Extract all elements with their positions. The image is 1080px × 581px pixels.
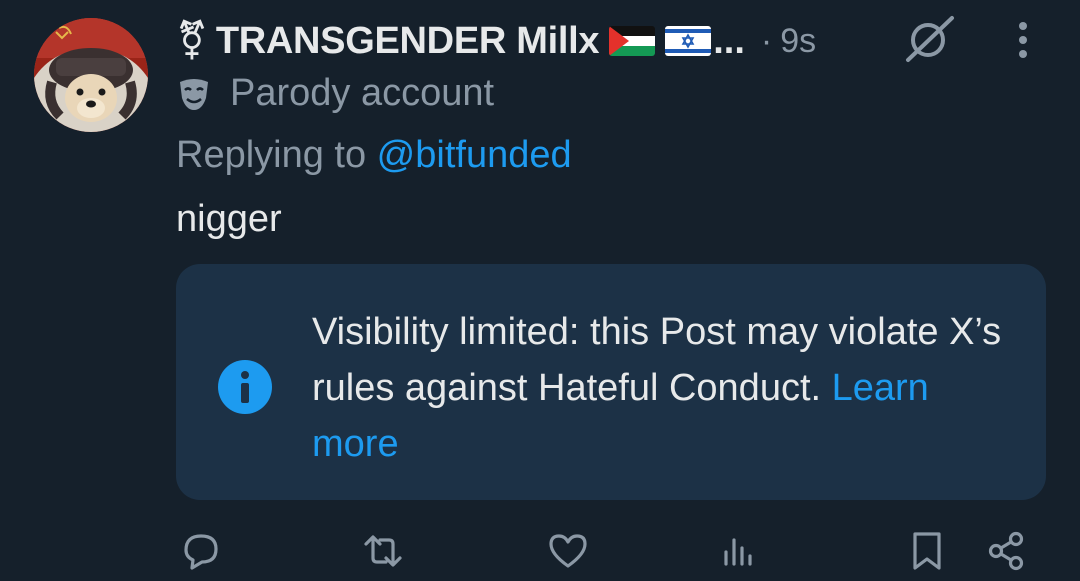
separator-dot: · bbox=[760, 21, 773, 60]
replying-to-label: Replying to bbox=[176, 134, 377, 176]
bookmark-icon[interactable] bbox=[904, 528, 950, 574]
display-name[interactable]: TRANSGENDER Millx bbox=[216, 20, 600, 63]
avatar[interactable] bbox=[34, 18, 148, 132]
info-icon bbox=[216, 358, 274, 416]
parody-label-row: Parody account bbox=[176, 72, 494, 115]
more-options-icon[interactable] bbox=[1004, 18, 1042, 62]
palestine-flag-icon bbox=[609, 26, 656, 56]
visibility-notice: Visibility limited: this Post may violat… bbox=[176, 264, 1046, 500]
timestamp[interactable]: 9s bbox=[780, 22, 816, 61]
replying-to: Replying to @bitfunded bbox=[176, 134, 572, 177]
share-icon[interactable] bbox=[984, 528, 1030, 574]
name-symbol: ⚧ bbox=[176, 20, 208, 62]
grok-icon[interactable] bbox=[904, 12, 956, 64]
repost-icon[interactable] bbox=[360, 528, 406, 574]
parody-mask-icon bbox=[176, 76, 212, 112]
post-header: ⚧ TRANSGENDER Millx ... · 9s bbox=[176, 16, 816, 66]
notice-message: Visibility limited: this Post may violat… bbox=[312, 304, 1012, 472]
tweet-text: nigger bbox=[176, 198, 282, 240]
parody-label: Parody account bbox=[230, 72, 495, 114]
reply-handle-link[interactable]: @bitfunded bbox=[377, 134, 572, 176]
reply-icon[interactable] bbox=[178, 528, 224, 574]
like-icon[interactable] bbox=[545, 528, 591, 574]
israel-flag-icon bbox=[665, 26, 712, 56]
views-icon[interactable] bbox=[716, 528, 762, 574]
name-ellipsis: ... bbox=[713, 19, 745, 62]
tweet: ⚧ TRANSGENDER Millx ... · 9s Parody acco… bbox=[0, 0, 1080, 581]
